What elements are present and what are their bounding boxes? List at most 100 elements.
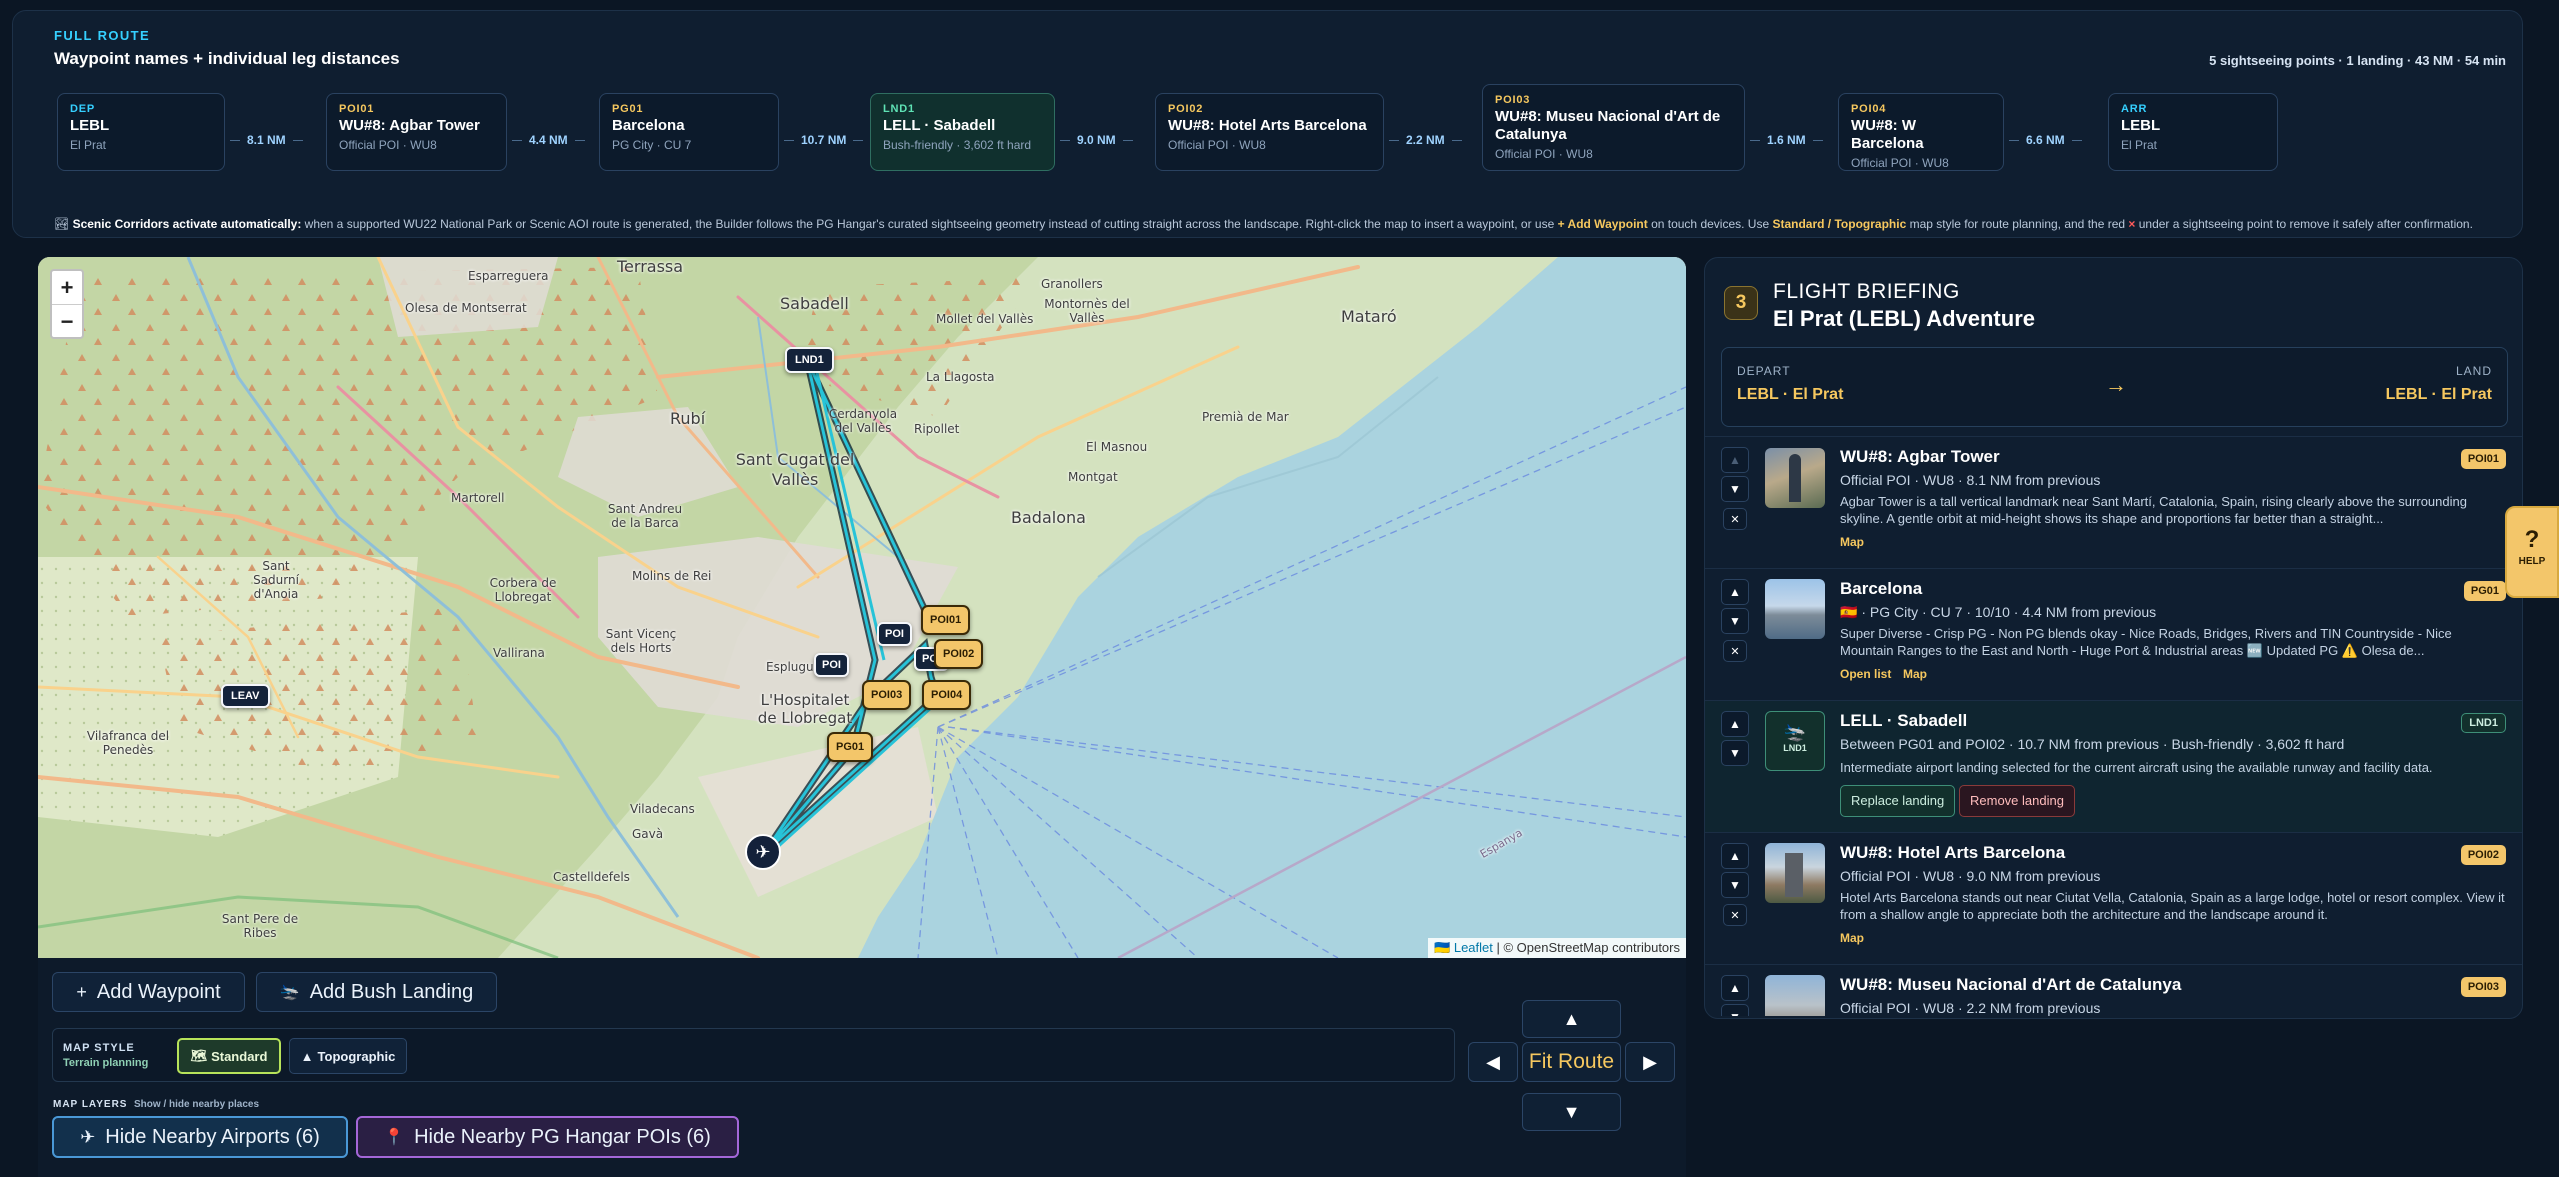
poi-thumbnail xyxy=(1765,975,1825,1016)
pan-down-button[interactable]: ▼ xyxy=(1522,1093,1621,1131)
waypoint-sub: Bush-friendly · 3,602 ft hard xyxy=(883,138,1032,152)
add-waypoint-button[interactable]: + Add Waypoint xyxy=(52,972,245,1012)
leg-distance: 10.7 NM xyxy=(784,132,864,148)
waypoint-card-lnd1[interactable]: LND1 LELL · Sabadell Bush-friendly · 3,6… xyxy=(870,93,1055,171)
remove-button[interactable]: ✕ xyxy=(1723,508,1747,530)
waypoint-name: LELL · Sabadell xyxy=(883,117,996,134)
waypoint-card-pg01[interactable]: PG01 Barcelona PG City · CU 7 xyxy=(599,93,779,171)
move-down-button[interactable]: ▼ xyxy=(1721,608,1749,634)
map-link[interactable]: Map xyxy=(1840,931,1864,945)
waypoint-tag: LND1 xyxy=(883,103,915,115)
place-label: Martorell xyxy=(451,491,505,505)
map-controls: + Add Waypoint 🛬 Add Bush Landing MAP ST… xyxy=(38,958,1686,1177)
move-down-button[interactable]: ▼ xyxy=(1721,740,1749,766)
move-up-button[interactable]: ▲ xyxy=(1721,711,1749,737)
remove-button[interactable]: ✕ xyxy=(1723,640,1747,662)
entry-title: LELL · Sabadell xyxy=(1840,711,1968,730)
waypoint-sub: Official POI · WU8 xyxy=(339,138,437,152)
replace-landing-button[interactable]: Replace landing xyxy=(1840,785,1956,817)
place-label: Montornès del Vallès xyxy=(1044,297,1130,325)
style-standard-button[interactable]: 🗺 Standard xyxy=(177,1038,281,1074)
hide-nearby-airports-button[interactable]: ✈ Hide Nearby Airports (6) xyxy=(52,1116,348,1158)
entry-badge: POI01 xyxy=(2460,449,2506,469)
scenic-icon: 🏞 xyxy=(54,217,70,231)
map-marker-poi02[interactable]: POI02 xyxy=(934,639,984,669)
place-label: Montgat xyxy=(1068,470,1118,484)
waypoint-name: WU#8: W Barcelona xyxy=(1851,117,1924,152)
place-label: Corbera de Llobregat xyxy=(489,576,557,604)
map-marker-poi[interactable]: POI xyxy=(877,622,912,646)
briefing-list[interactable]: ▲ ▼ ✕ WU#8: Agbar Tower POI01 Official P… xyxy=(1705,436,2522,1016)
place-label: Molins de Rei xyxy=(632,569,712,583)
leaflet-link[interactable]: Leaflet xyxy=(1454,940,1493,955)
map-link[interactable]: Map xyxy=(1840,535,1864,549)
move-down-button[interactable]: ▼ xyxy=(1721,476,1749,502)
move-up-button[interactable]: ▲ xyxy=(1721,579,1749,605)
place-label: Mataró xyxy=(1341,307,1397,326)
move-down-button[interactable]: ▼ xyxy=(1721,872,1749,898)
move-down-button[interactable]: ▼ xyxy=(1721,1004,1749,1016)
airport-marker-lebl[interactable]: ✈ xyxy=(745,834,781,870)
place-label: Terrassa xyxy=(617,257,684,276)
landing-thumbnail: 🛬 LND1 xyxy=(1765,711,1825,771)
place-label: Badalona xyxy=(1011,508,1086,527)
waypoint-tag: POI04 xyxy=(1851,103,1887,115)
landing-icon: 🛬 xyxy=(279,984,300,1001)
waypoint-card-poi04[interactable]: POI04 WU#8: W Barcelona Official POI · W… xyxy=(1838,93,2004,171)
move-up-button[interactable]: ▲ xyxy=(1721,843,1749,869)
map-marker-pg01[interactable]: PG01 xyxy=(827,732,874,762)
waypoint-name: Barcelona xyxy=(612,117,685,134)
zoom-out-button[interactable]: − xyxy=(52,304,82,337)
route-summary: 5 sightseeing points · 1 landing · 43 NM… xyxy=(2209,53,2506,68)
hide-nearby-pois-button[interactable]: 📍 Hide Nearby PG Hangar POIs (6) xyxy=(356,1116,739,1158)
place-label: Esparreguera xyxy=(468,269,549,283)
place-label: Sant Vicenç dels Horts xyxy=(605,627,677,655)
entry-description: Intermediate airport landing selected fo… xyxy=(1840,760,2433,775)
move-up-button[interactable]: ▲ xyxy=(1721,975,1749,1001)
waypoint-sub: Official POI · WU8 xyxy=(1168,138,1266,152)
open-list-link[interactable]: Open list xyxy=(1840,667,1891,681)
entry-description: Agbar Tower is a tall vertical landmark … xyxy=(1840,494,2467,526)
place-label: Mollet del Vallès xyxy=(936,312,1034,326)
waypoint-card-arr[interactable]: ARR LEBL El Prat xyxy=(2108,93,2278,171)
waypoint-card-poi03[interactable]: POI03 WU#8: Museu Nacional d'Art de Cata… xyxy=(1482,84,1745,171)
entry-badge: POI03 xyxy=(2460,977,2506,997)
waypoint-tag: POI03 xyxy=(1495,94,1531,106)
map-marker-poi04[interactable]: POI04 xyxy=(922,680,972,710)
move-up-button[interactable]: ▲ xyxy=(1721,447,1749,473)
scenic-corridors-note: 🏞 Scenic Corridors activate automaticall… xyxy=(54,217,2473,231)
add-bush-landing-button[interactable]: 🛬 Add Bush Landing xyxy=(256,972,497,1012)
map-marker-leav[interactable]: LEAV xyxy=(221,684,270,708)
entry-badge: LND1 xyxy=(2461,713,2506,733)
entry-meta: 🇪🇸 · PG City · CU 7 · 10/10 · 4.4 NM fro… xyxy=(1840,604,2157,620)
place-label: Viladecans xyxy=(630,802,695,816)
briefing-entry: ▲ ▼ ✕ Barcelona PG01 🇪🇸 · PG City · CU 7… xyxy=(1705,568,2522,700)
place-label: Gavà xyxy=(632,827,664,841)
place-label: Cerdanyola del Vallès xyxy=(828,407,898,435)
place-label: Vallirana xyxy=(493,646,545,660)
map-marker-poi[interactable]: POI xyxy=(814,653,849,677)
pg-thumbnail xyxy=(1765,579,1825,639)
zoom-in-button[interactable]: + xyxy=(52,271,82,304)
flag-icon: 🇺🇦 xyxy=(1434,940,1451,955)
map-link[interactable]: Map xyxy=(1903,667,1927,681)
pan-left-button[interactable]: ◀ xyxy=(1468,1042,1518,1082)
zoom-control: + − xyxy=(50,269,84,339)
help-button[interactable]: ? HELP xyxy=(2505,506,2559,598)
route-map[interactable]: Terrassa Sabadell Mataró Esparreguera Ol… xyxy=(38,257,1686,958)
entry-title: WU#8: Agbar Tower xyxy=(1840,447,2000,466)
fit-route-button[interactable]: Fit Route xyxy=(1522,1042,1621,1082)
style-topographic-button[interactable]: ▲ Topographic xyxy=(289,1038,407,1074)
waypoint-card-poi01[interactable]: POI01 WU#8: Agbar Tower Official POI · W… xyxy=(326,93,507,171)
waypoint-card-poi02[interactable]: POI02 WU#8: Hotel Arts Barcelona Officia… xyxy=(1155,93,1384,171)
map-marker-poi03[interactable]: POI03 xyxy=(862,680,912,710)
pan-right-button[interactable]: ▶ xyxy=(1625,1042,1675,1082)
place-label: El Masnou xyxy=(1086,440,1148,454)
waypoint-name: WU#8: Agbar Tower xyxy=(339,117,480,134)
remove-button[interactable]: ✕ xyxy=(1723,904,1747,926)
map-marker-poi01[interactable]: POI01 xyxy=(921,605,971,635)
map-marker-lnd1[interactable]: LND1 xyxy=(785,347,834,373)
pan-up-button[interactable]: ▲ xyxy=(1522,1000,1621,1038)
remove-landing-button[interactable]: Remove landing xyxy=(1959,785,2075,817)
waypoint-card-dep[interactable]: DEP LEBL El Prat xyxy=(57,93,225,171)
